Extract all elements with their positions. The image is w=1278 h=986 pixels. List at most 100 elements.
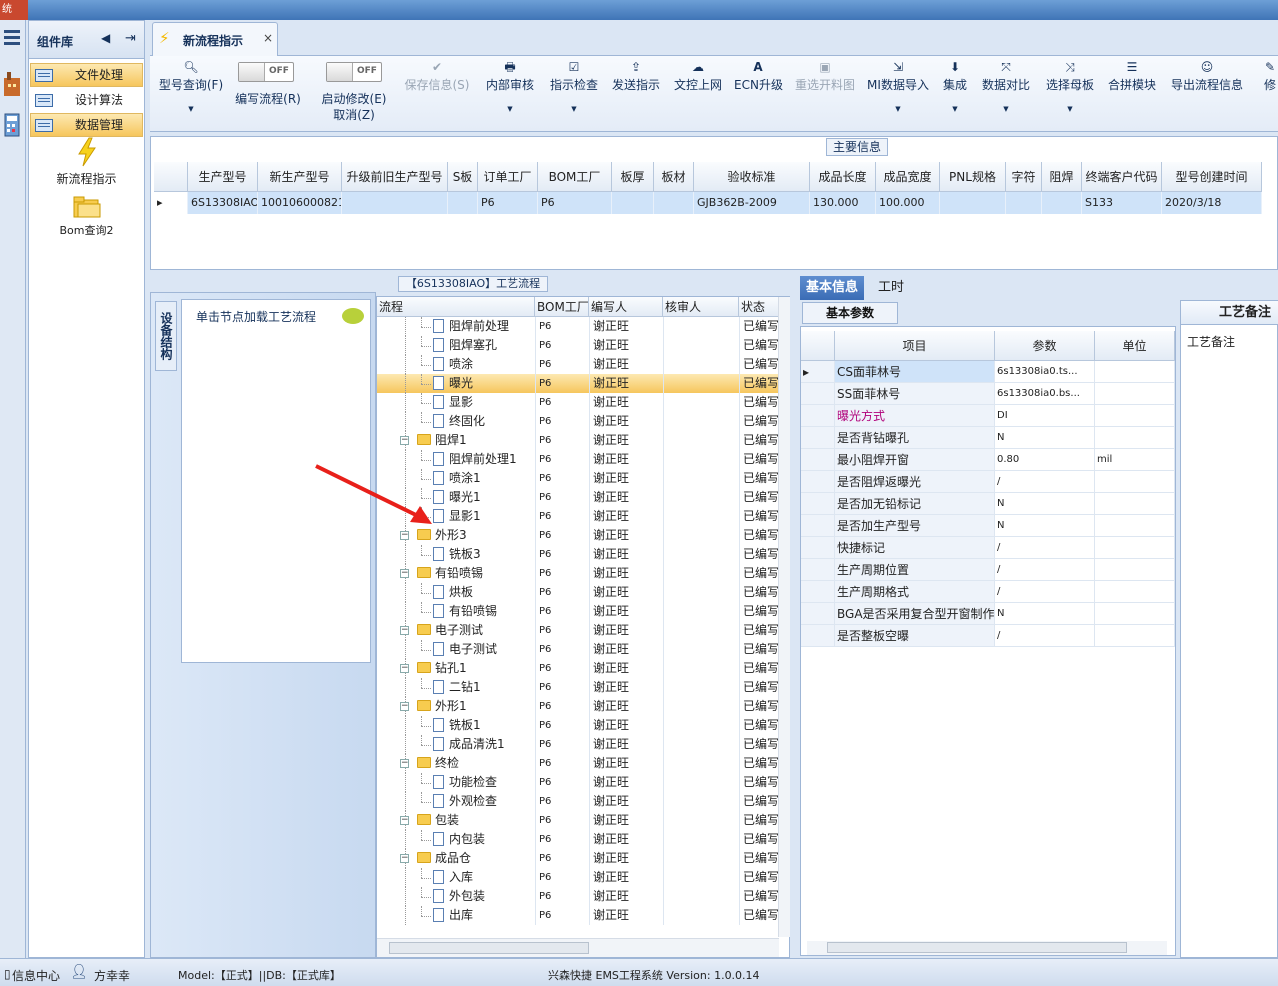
column-header[interactable]: 阻焊 [1042, 162, 1082, 192]
tree-vertical-scrollbar[interactable] [778, 297, 790, 937]
collapse-toggle-icon[interactable]: − [400, 854, 409, 863]
bom-query-item[interactable]: Bom查询2 [29, 195, 144, 238]
param-row[interactable]: 是否阻焊返曝光 / [801, 471, 1175, 493]
tree-row[interactable]: 显影 P6 谢正旺 已编写 [377, 393, 779, 412]
column-header[interactable]: S板 [448, 162, 478, 192]
mi-import-button[interactable]: ⇲ MI数据导入 ▼ [866, 56, 930, 132]
grid-cell[interactable]: GJB362B-2009 [694, 192, 810, 214]
grid-cell[interactable] [654, 192, 694, 214]
tree-row[interactable]: − 阻焊1 P6 谢正旺 已编写 [377, 431, 779, 450]
param-row[interactable]: 生产周期格式 / [801, 581, 1175, 603]
column-header[interactable]: 成品宽度 [876, 162, 940, 192]
param-value[interactable]: N [995, 427, 1095, 449]
param-row[interactable]: 曝光方式 DI [801, 405, 1175, 427]
param-column-header[interactable]: 参数 [995, 331, 1095, 361]
export-flow-button[interactable]: ☺ 导出流程信息 [1168, 56, 1246, 132]
grid-cell[interactable] [612, 192, 654, 214]
nav-data-management[interactable]: 数据管理 [30, 113, 143, 137]
dropdown-arrow-icon[interactable]: ▼ [548, 105, 600, 113]
enable-edit-toggle[interactable]: OFF [326, 62, 382, 82]
column-header[interactable]: 生产型号 [188, 162, 258, 192]
tree-row[interactable]: − 外形3 P6 谢正旺 已编写 [377, 526, 779, 545]
dropdown-arrow-icon[interactable]: ▼ [484, 105, 536, 113]
dropdown-arrow-icon[interactable]: ▼ [1044, 105, 1096, 113]
grid-cell[interactable]: 6S13308IAO [188, 192, 258, 214]
tree-row[interactable]: 喷涂 P6 谢正旺 已编写 [377, 355, 779, 374]
collapse-toggle-icon[interactable]: − [400, 816, 409, 825]
internal-review-button[interactable]: 🖶 内部审核 ▼ [484, 56, 536, 132]
factory-icon[interactable] [2, 70, 22, 98]
column-header[interactable]: 订单工厂 [478, 162, 538, 192]
param-row[interactable]: 是否整板空曝 / [801, 625, 1175, 647]
query-button[interactable]: 🔍︎ 型号查询(F) ▼ [156, 56, 226, 132]
edit-flow-toggle[interactable]: OFF [238, 62, 294, 82]
params-horizontal-scrollbar[interactable] [807, 941, 1167, 955]
send-instruction-button[interactable]: ⇪ 发送指示 [610, 56, 662, 132]
grid-cell[interactable]: 2020/3/18 [1162, 192, 1262, 214]
param-column-header[interactable]: 项目 [835, 331, 995, 361]
tree-row[interactable]: 内包装 P6 谢正旺 已编写 [377, 830, 779, 849]
param-value[interactable]: 6s13308ia0.bs... [995, 383, 1095, 405]
grid-cell[interactable] [342, 192, 448, 214]
pin-icon[interactable]: ⇥ [125, 31, 136, 46]
tree-row[interactable]: 二钻1 P6 谢正旺 已编写 [377, 678, 779, 697]
row-selector[interactable] [801, 581, 835, 603]
param-row[interactable]: ▸ CS面菲林号 6s13308ia0.ts... [801, 361, 1175, 383]
collapse-left-icon[interactable]: ◀ [101, 31, 110, 45]
param-value[interactable]: / [995, 471, 1095, 493]
ecn-upgrade-button[interactable]: A ECN升级 [734, 56, 783, 132]
row-selector[interactable] [801, 537, 835, 559]
tree-row[interactable]: 显影1 P6 谢正旺 已编写 [377, 507, 779, 526]
tree-row[interactable]: − 成品仓 P6 谢正旺 已编写 [377, 849, 779, 868]
row-selector[interactable] [801, 559, 835, 581]
param-row[interactable]: 快捷标记 / [801, 537, 1175, 559]
collapse-toggle-icon[interactable]: − [400, 626, 409, 635]
tree-row[interactable]: 成品清洗1 P6 谢正旺 已编写 [377, 735, 779, 754]
column-header[interactable]: BOM工厂 [538, 162, 612, 192]
column-header[interactable]: 板厚 [612, 162, 654, 192]
dropdown-arrow-icon[interactable]: ▼ [980, 105, 1032, 113]
collapse-toggle-icon[interactable]: − [400, 702, 409, 711]
tab-close-icon[interactable]: × [263, 31, 273, 45]
tree-column-header[interactable]: 核审人 [663, 297, 739, 317]
tree-row[interactable]: 外观检查 P6 谢正旺 已编写 [377, 792, 779, 811]
row-selector[interactable] [801, 427, 835, 449]
param-row[interactable]: 是否加无铅标记 N [801, 493, 1175, 515]
grid-cell[interactable] [1006, 192, 1042, 214]
param-row[interactable]: 生产周期位置 / [801, 559, 1175, 581]
tree-row[interactable]: 烘板 P6 谢正旺 已编写 [377, 583, 779, 602]
param-row[interactable]: BGA是否采用复合型开窗制作 N [801, 603, 1175, 625]
calculator-icon[interactable] [2, 112, 22, 138]
grid-cell[interactable]: 10010600082183 [258, 192, 342, 214]
grid-cell[interactable] [940, 192, 1006, 214]
select-motherboard-button[interactable]: ⤨ 选择母板 ▼ [1044, 56, 1096, 132]
param-value[interactable]: N [995, 603, 1095, 625]
tab-basic-params[interactable]: 基本参数 [802, 302, 898, 324]
param-column-header[interactable]: 单位 [1095, 331, 1175, 361]
param-value[interactable]: 0.80 [995, 449, 1095, 471]
info-center-icon[interactable]: ▯ [4, 967, 11, 981]
tree-row[interactable]: − 外形1 P6 谢正旺 已编写 [377, 697, 779, 716]
column-header[interactable]: 成品长度 [810, 162, 876, 192]
tree-row[interactable]: − 电子测试 P6 谢正旺 已编写 [377, 621, 779, 640]
column-header[interactable]: 升级前旧生产型号 [342, 162, 448, 192]
instruction-check-button[interactable]: ☑ 指示检查 ▼ [548, 56, 600, 132]
tab-equipment-structure[interactable]: 设备结构 [155, 301, 177, 371]
tree-row[interactable]: 曝光1 P6 谢正旺 已编写 [377, 488, 779, 507]
scroll-thumb[interactable] [827, 942, 1127, 953]
grid-cell[interactable]: 100.000 [876, 192, 940, 214]
tree-horizontal-scrollbar[interactable] [377, 938, 779, 957]
row-selector[interactable] [801, 603, 835, 625]
row-selector[interactable] [801, 515, 835, 537]
tree-row[interactable]: − 有铅喷锡 P6 谢正旺 已编写 [377, 564, 779, 583]
row-selector[interactable] [801, 625, 835, 647]
tree-row[interactable]: 喷涂1 P6 谢正旺 已编写 [377, 469, 779, 488]
tree-row[interactable]: − 钻孔1 P6 谢正旺 已编写 [377, 659, 779, 678]
tree-row[interactable]: 终固化 P6 谢正旺 已编写 [377, 412, 779, 431]
row-selector[interactable] [801, 405, 835, 427]
param-value[interactable]: 6s13308ia0.ts... [995, 361, 1095, 383]
column-header[interactable]: 字符 [1006, 162, 1042, 192]
param-row[interactable]: 是否背钻曝孔 N [801, 427, 1175, 449]
row-selector[interactable] [801, 493, 835, 515]
tree-row[interactable]: − 终检 P6 谢正旺 已编写 [377, 754, 779, 773]
